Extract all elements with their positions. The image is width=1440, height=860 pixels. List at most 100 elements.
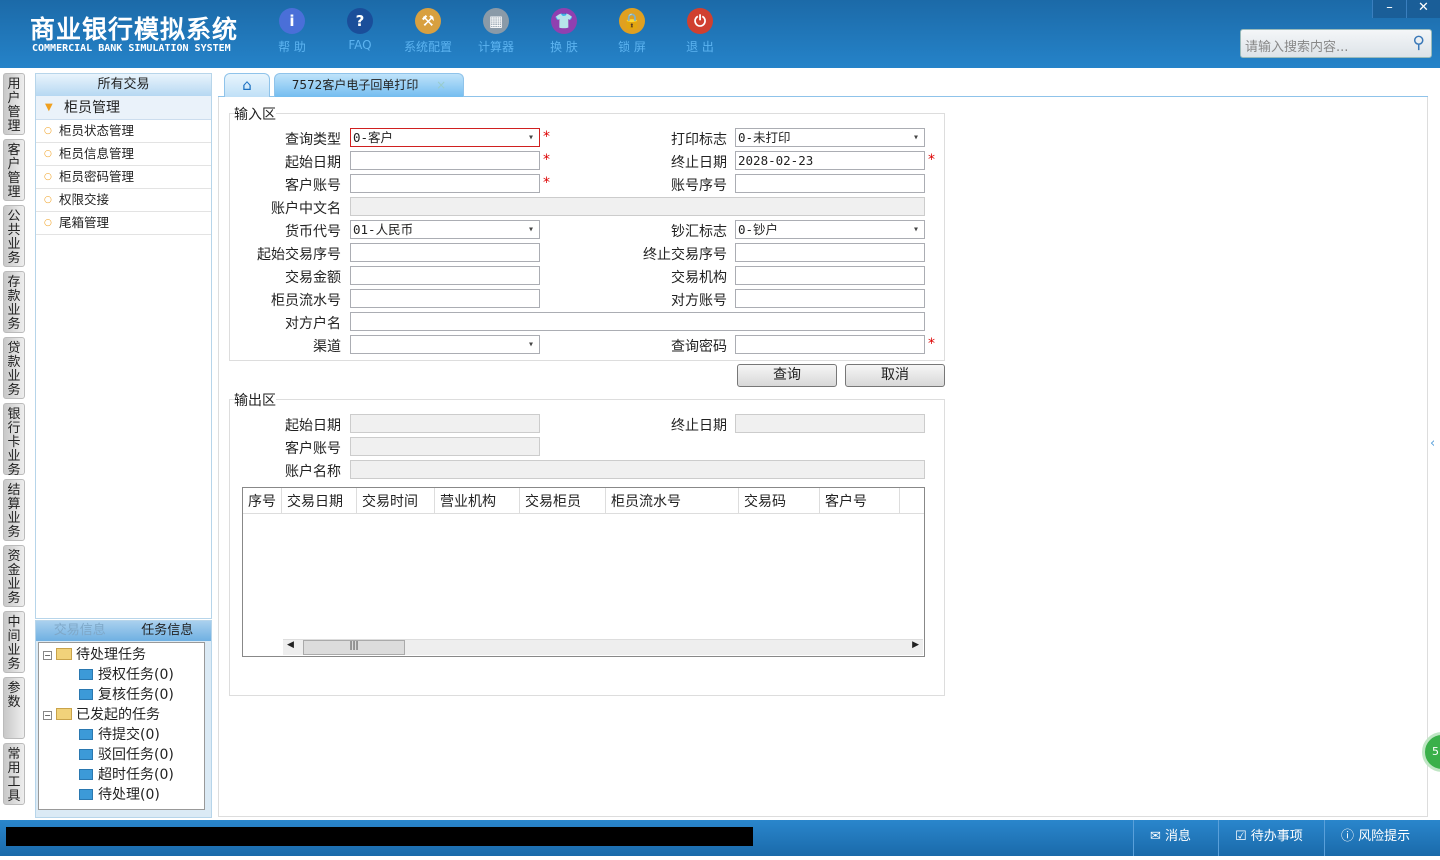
channel-select[interactable] bbox=[350, 335, 540, 354]
counter-account-input[interactable] bbox=[735, 289, 925, 308]
scroll-thumb[interactable]: ||| bbox=[303, 640, 405, 655]
search-input[interactable]: 请输入搜索内容... ⚲ bbox=[1240, 29, 1432, 58]
tab-task-info[interactable]: 任务信息 bbox=[124, 621, 212, 641]
toolbar-lock-button[interactable]: 🔒 锁 屏 bbox=[602, 8, 662, 55]
tree-folder[interactable]: − 已发起的任务 bbox=[43, 705, 160, 725]
column-header[interactable]: 序号 bbox=[243, 488, 282, 513]
collapse-arrow-icon[interactable]: ‹ bbox=[1430, 436, 1435, 451]
collapse-icon[interactable]: − bbox=[43, 651, 52, 660]
start-seq-input[interactable] bbox=[350, 243, 540, 262]
column-header[interactable]: 交易日期 bbox=[282, 488, 357, 513]
required-marker: * bbox=[928, 152, 935, 168]
messages-button[interactable]: ✉ 消息 bbox=[1133, 820, 1223, 856]
end-date-input[interactable]: 2028-02-23 bbox=[735, 151, 925, 170]
sidebar-item[interactable]: ○ 柜员密码管理 bbox=[36, 166, 211, 189]
currency-select[interactable]: 01-人民币 bbox=[350, 220, 540, 239]
vtab-10[interactable]: 常用工具 bbox=[3, 743, 25, 805]
scroll-right-icon[interactable]: ▶ bbox=[912, 640, 919, 650]
search-icon[interactable]: ⚲ bbox=[1413, 33, 1425, 53]
tab-transaction-info[interactable]: 交易信息 bbox=[36, 621, 124, 641]
column-header[interactable]: 交易时间 bbox=[357, 488, 435, 513]
toolbar-calculator-button[interactable]: ▦ 计算器 bbox=[466, 8, 526, 55]
power-icon: ⏻ bbox=[687, 8, 713, 34]
tree-item[interactable]: 复核任务(0) bbox=[79, 685, 174, 705]
vtab-4[interactable]: 贷款业务 bbox=[3, 337, 25, 399]
tree-item[interactable]: 授权任务(0) bbox=[79, 665, 174, 685]
column-header[interactable]: 柜员流水号 bbox=[606, 488, 739, 513]
toolbar-question-button[interactable]: ? FAQ bbox=[330, 8, 390, 52]
vtab-0[interactable]: 用户管理 bbox=[3, 73, 25, 135]
query-button[interactable]: 查询 bbox=[737, 364, 837, 387]
sidebar-item-label: 柜员状态管理 bbox=[59, 123, 135, 138]
risk-button[interactable]: ⓘ 风险提示 bbox=[1324, 820, 1440, 856]
query-type-select[interactable]: 0-客户 bbox=[350, 128, 540, 147]
tree-item-label: 待处理(0) bbox=[98, 787, 160, 803]
column-header[interactable]: 客户号 bbox=[820, 488, 900, 513]
vtab-9[interactable]: 参数 bbox=[3, 677, 25, 739]
collapse-icon[interactable]: − bbox=[43, 711, 52, 720]
account-input[interactable] bbox=[350, 174, 540, 193]
column-header[interactable]: 交易柜员 bbox=[520, 488, 606, 513]
sidebar-item[interactable]: ○ 柜员状态管理 bbox=[36, 120, 211, 143]
start-date-input[interactable] bbox=[350, 151, 540, 170]
vtab-6[interactable]: 结算业务 bbox=[3, 479, 25, 541]
column-header[interactable]: 营业机构 bbox=[435, 488, 520, 513]
todo-button[interactable]: ☑ 待办事项 bbox=[1218, 820, 1324, 856]
task-panel: 交易信息 任务信息 − 待处理任务 授权任务(0) 复核任务(0) − 已发起的任务 待提交… bbox=[35, 620, 212, 818]
minimize-button[interactable]: – bbox=[1372, 0, 1406, 18]
sidebar-group-teller[interactable]: ▼ 柜员管理 bbox=[36, 96, 211, 120]
tree-item[interactable]: 待处理(0) bbox=[79, 785, 160, 805]
cancel-button[interactable]: 取消 bbox=[845, 364, 945, 387]
sidebar-item[interactable]: ○ 柜员信息管理 bbox=[36, 143, 211, 166]
tree-item[interactable]: 驳回任务(0) bbox=[79, 745, 174, 765]
vtab-2[interactable]: 公共业务 bbox=[3, 205, 25, 267]
toolbar-label: 锁 屏 bbox=[618, 40, 646, 54]
sidebar-header[interactable]: 所有交易 bbox=[36, 74, 211, 96]
bullet-icon: ○ bbox=[44, 195, 52, 205]
toolbar-label: 系统配置 bbox=[403, 40, 452, 54]
vtab-8[interactable]: 中间业务 bbox=[3, 611, 25, 673]
sidebar-item[interactable]: ○ 权限交接 bbox=[36, 189, 211, 212]
account-seq-input[interactable] bbox=[735, 174, 925, 193]
folder-icon bbox=[56, 708, 72, 720]
counter-name-input[interactable] bbox=[350, 312, 925, 331]
sidebar-item[interactable]: ○ 尾箱管理 bbox=[36, 212, 211, 235]
org-input[interactable] bbox=[735, 266, 925, 285]
scroll-left-icon[interactable]: ◀ bbox=[287, 640, 294, 650]
vtab-7[interactable]: 资金业务 bbox=[3, 545, 25, 607]
tab-home[interactable]: ⌂ bbox=[224, 73, 270, 97]
close-button[interactable]: ✕ bbox=[1406, 0, 1440, 18]
vtab-5[interactable]: 银行卡业务 bbox=[3, 403, 25, 478]
tab-7572[interactable]: 7572客户电子回单打印 × bbox=[274, 73, 464, 97]
toolbar-info-button[interactable]: i 帮 助 bbox=[262, 8, 322, 55]
tree-item[interactable]: 待提交(0) bbox=[79, 725, 160, 745]
item-icon bbox=[79, 789, 93, 800]
toolbar-shirt-button[interactable]: 👕 换 肤 bbox=[534, 8, 594, 55]
horizontal-scrollbar[interactable]: ◀ ||| ▶ bbox=[283, 639, 923, 655]
tab-label: 7572客户电子回单打印 bbox=[291, 78, 419, 92]
app-subtitle: COMMERCIAL BANK SIMULATION SYSTEM bbox=[32, 43, 231, 54]
tab-bar: ⌂ 7572客户电子回单打印 × bbox=[218, 73, 1428, 97]
tree-item[interactable]: 超时任务(0) bbox=[79, 765, 174, 785]
tab-close-icon[interactable]: × bbox=[436, 78, 446, 92]
print-flag-select[interactable]: 0-未打印 bbox=[735, 128, 925, 147]
item-icon bbox=[79, 729, 93, 740]
column-header[interactable]: 交易码 bbox=[739, 488, 820, 513]
teller-seq-input[interactable] bbox=[350, 289, 540, 308]
sidebar-item-label: 柜员信息管理 bbox=[59, 146, 135, 161]
vtab-1[interactable]: 客户管理 bbox=[3, 139, 25, 201]
tree-folder[interactable]: − 待处理任务 bbox=[43, 645, 146, 665]
risk-label: 风险提示 bbox=[1358, 829, 1411, 844]
expand-triangle-icon: ▼ bbox=[45, 102, 53, 113]
end-seq-input[interactable] bbox=[735, 243, 925, 262]
channel-label: 渠道 bbox=[313, 339, 341, 355]
amount-input[interactable] bbox=[350, 266, 540, 285]
vtab-3[interactable]: 存款业务 bbox=[3, 271, 25, 333]
currency-label: 货币代号 bbox=[285, 224, 341, 240]
print-flag-label: 打印标志 bbox=[671, 132, 727, 148]
toolbar-toolbox-button[interactable]: ⚒ 系统配置 bbox=[398, 8, 458, 55]
cash-flag-select[interactable]: 0-钞户 bbox=[735, 220, 925, 239]
counter-name-label: 对方户名 bbox=[285, 316, 341, 332]
toolbar-power-button[interactable]: ⏻ 退 出 bbox=[670, 8, 730, 55]
password-input[interactable] bbox=[735, 335, 925, 354]
